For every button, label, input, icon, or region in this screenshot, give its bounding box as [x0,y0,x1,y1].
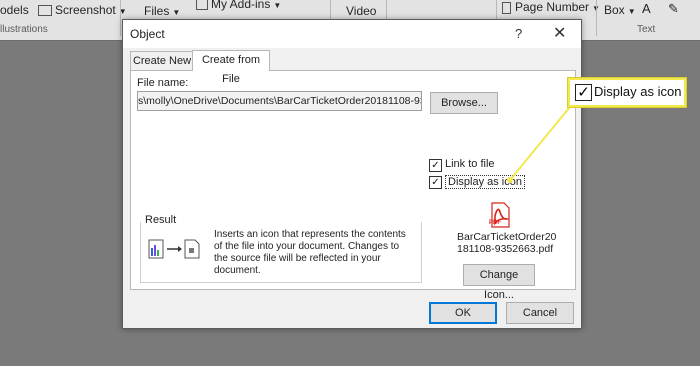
display-as-icon-callout: ✓ Display as icon [568,78,686,107]
tab-create-from-file[interactable]: Create from File [192,50,270,85]
callout-label: Display as icon [594,84,682,99]
callout-checkbox: ✓ [575,84,592,101]
callout-connector [507,101,575,183]
